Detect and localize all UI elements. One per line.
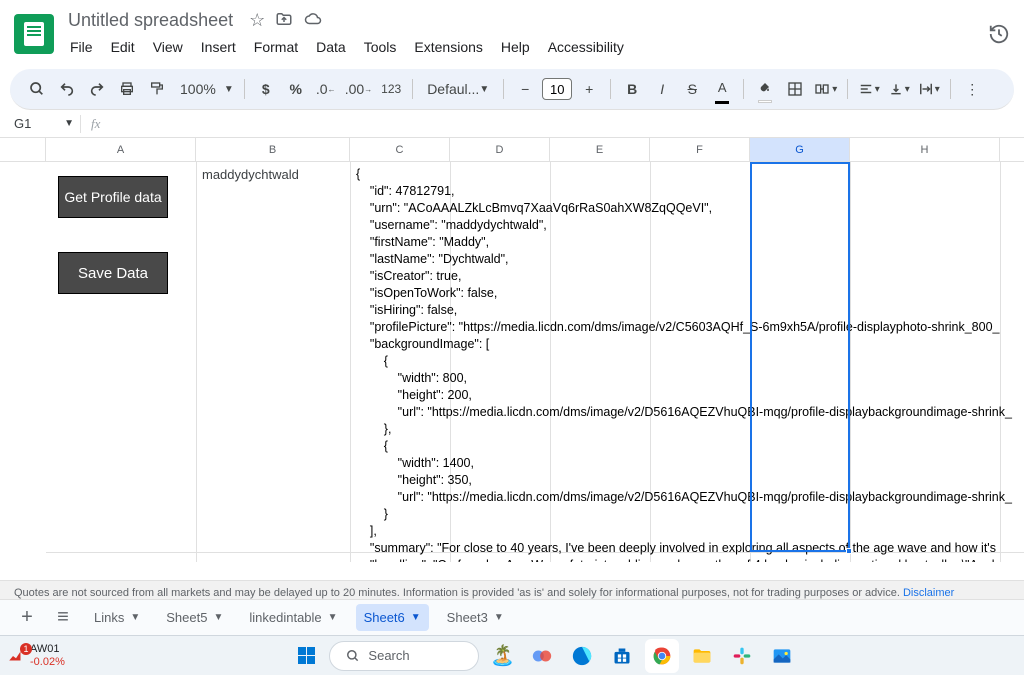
col-header-e[interactable]: E — [550, 138, 650, 161]
taskbar-explorer-icon[interactable] — [685, 639, 719, 673]
format-currency-icon[interactable]: $ — [253, 75, 279, 103]
text-wrap-icon[interactable]: ▾ — [916, 75, 942, 103]
taskbar-slack-icon[interactable] — [725, 639, 759, 673]
stock-symbol: AW01 — [30, 643, 65, 655]
print-icon[interactable] — [114, 75, 140, 103]
borders-icon[interactable] — [782, 75, 808, 103]
sheet-tab-sheet6[interactable]: Sheet6▼ — [356, 604, 429, 631]
decrease-font-icon[interactable]: − — [512, 75, 538, 103]
name-box[interactable]: G1▼ — [8, 114, 80, 133]
cloud-status-icon[interactable] — [303, 10, 323, 31]
menu-extensions[interactable]: Extensions — [406, 35, 490, 59]
text-color-icon[interactable]: A — [709, 75, 735, 103]
select-all-corner[interactable] — [0, 138, 46, 161]
col-header-d[interactable]: D — [450, 138, 550, 161]
stock-badge: 1 — [20, 643, 32, 655]
menu-help[interactable]: Help — [493, 35, 538, 59]
bold-icon[interactable]: B — [619, 75, 645, 103]
undo-icon[interactable] — [54, 75, 80, 103]
sheet-tab-sheet3[interactable]: Sheet3▼ — [439, 604, 512, 631]
taskbar-copilot-icon[interactable] — [525, 639, 559, 673]
get-profile-button[interactable]: Get Profile data — [58, 176, 168, 218]
font-family-select[interactable]: Defaul...▼ — [421, 75, 495, 103]
sheets-logo[interactable] — [14, 14, 54, 54]
add-sheet-icon[interactable]: + — [14, 605, 40, 631]
windows-taskbar: 1 AW01 -0.02% Search 🏝️ — [0, 635, 1024, 675]
fill-color-icon[interactable] — [752, 75, 778, 103]
toolbar-more-icon[interactable]: ⋮ — [959, 75, 985, 103]
sheet-tab-bar: + ≡ Links▼ Sheet5▼ linkedintable▼ Sheet6… — [0, 599, 1024, 635]
col-header-b[interactable]: B — [196, 138, 350, 161]
more-formats-icon[interactable]: 123 — [378, 75, 404, 103]
stock-chart-icon: 1 — [6, 647, 26, 665]
zoom-select[interactable]: 100%▼ — [174, 75, 236, 103]
format-percent-icon[interactable]: % — [283, 75, 309, 103]
taskbar-chrome-icon[interactable] — [645, 639, 679, 673]
redo-icon[interactable] — [84, 75, 110, 103]
search-menus-icon[interactable] — [24, 75, 50, 103]
stock-percent: -0.02% — [30, 656, 65, 668]
start-button[interactable] — [289, 639, 323, 673]
taskbar-store-icon[interactable] — [605, 639, 639, 673]
paint-format-icon[interactable] — [144, 75, 170, 103]
disclaimer-link[interactable]: Disclaimer — [903, 587, 954, 599]
menu-file[interactable]: File — [62, 35, 101, 59]
merge-cells-icon[interactable]: ▾ — [812, 75, 839, 103]
taskbar-photos-icon[interactable] — [765, 639, 799, 673]
menu-format[interactable]: Format — [246, 35, 306, 59]
column-headers: A B C D E F G H — [0, 138, 1024, 162]
fx-label: fx — [81, 116, 110, 132]
horizontal-align-icon[interactable]: ▾ — [856, 75, 882, 103]
sheet-tab-links[interactable]: Links▼ — [86, 604, 148, 631]
menu-data[interactable]: Data — [308, 35, 354, 59]
taskbar-beach-widget-icon[interactable]: 🏝️ — [485, 639, 519, 673]
col-header-g[interactable]: G — [750, 138, 850, 161]
history-icon[interactable] — [988, 23, 1010, 45]
cell-c1[interactable]: { "id": 47812791, "urn": "ACoAAALZkLcBmv… — [352, 164, 1016, 562]
taskbar-edge-icon[interactable] — [565, 639, 599, 673]
col-header-h[interactable]: H — [850, 138, 1000, 161]
taskbar-search[interactable]: Search — [329, 641, 479, 671]
menu-edit[interactable]: Edit — [103, 35, 143, 59]
col-header-f[interactable]: F — [650, 138, 750, 161]
sheet-tab-sheet5[interactable]: Sheet5▼ — [158, 604, 231, 631]
decrease-decimal-icon[interactable]: .0← — [313, 75, 339, 103]
strikethrough-icon[interactable]: S — [679, 75, 705, 103]
toolbar: 100%▼ $ % .0← .00→ 123 Defaul...▼ − + B … — [10, 69, 1014, 110]
menu-accessibility[interactable]: Accessibility — [540, 35, 632, 59]
all-sheets-icon[interactable]: ≡ — [50, 605, 76, 631]
cell-b1[interactable]: maddydychtwald — [198, 164, 303, 186]
increase-decimal-icon[interactable]: .00→ — [343, 75, 374, 103]
vertical-align-icon[interactable]: ▾ — [886, 75, 912, 103]
grid-cells[interactable]: Get Profile data Save Data maddydychtwal… — [46, 162, 1024, 562]
stock-widget[interactable]: 1 AW01 -0.02% — [6, 643, 65, 667]
menu-tools[interactable]: Tools — [356, 35, 405, 59]
doc-title[interactable]: Untitled spreadsheet — [62, 8, 239, 33]
italic-icon[interactable]: I — [649, 75, 675, 103]
sheet-tab-linkedintable[interactable]: linkedintable▼ — [241, 604, 345, 631]
menu-insert[interactable]: Insert — [193, 35, 244, 59]
menubar: File Edit View Insert Format Data Tools … — [62, 33, 980, 59]
increase-font-icon[interactable]: + — [576, 75, 602, 103]
save-data-button[interactable]: Save Data — [58, 252, 168, 294]
star-icon[interactable]: ☆ — [249, 10, 265, 31]
font-size-input[interactable] — [542, 78, 572, 100]
menu-view[interactable]: View — [145, 35, 191, 59]
move-icon[interactable] — [275, 10, 293, 31]
col-header-a[interactable]: A — [46, 138, 196, 161]
col-header-c[interactable]: C — [350, 138, 450, 161]
